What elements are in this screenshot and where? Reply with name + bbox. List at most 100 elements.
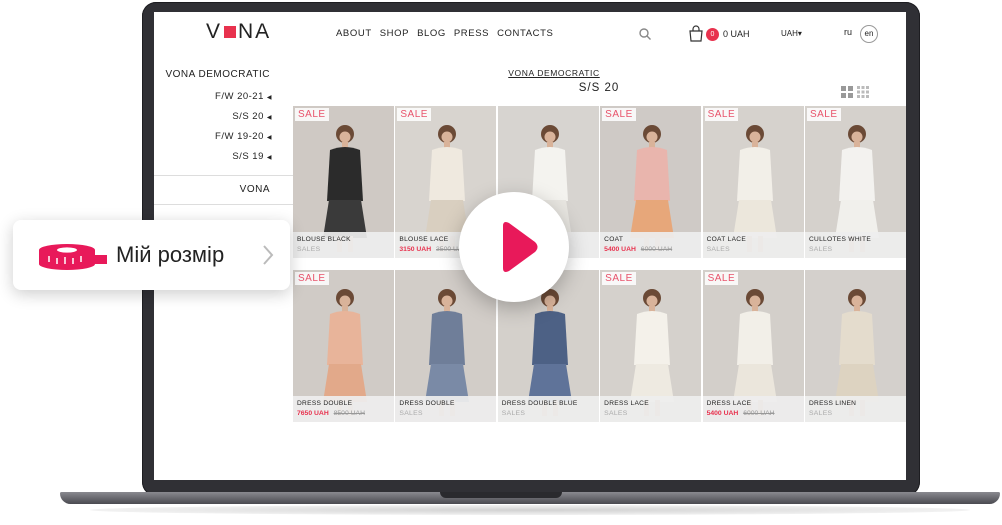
shopping-bag-icon[interactable] (687, 25, 705, 43)
product-price: SALES (297, 246, 320, 253)
breadcrumb[interactable]: VONA DEMOCRATIC (508, 68, 600, 78)
product-tag: SALES (399, 410, 423, 417)
sidebar-item-ss-20[interactable]: S/S 20 ◀ (154, 107, 306, 127)
product-name: DRESS DOUBLE BLUE (501, 400, 578, 407)
nav-shop[interactable]: SHOP (380, 28, 409, 39)
product-info: COAT 5400 UAH 6000 UAH (600, 232, 702, 258)
product-card[interactable]: SALE COAT LACE SALES (702, 106, 804, 258)
laptop-notch (440, 492, 562, 498)
product-info: DRESS DOUBLE 7650 UAH 8500 UAH (293, 396, 394, 422)
product-info: BLOUSE BLACK SALES (293, 232, 394, 258)
view-toggle (841, 86, 869, 98)
nav-about[interactable]: ABOUT (336, 28, 372, 39)
play-icon (503, 222, 538, 272)
sale-badge: SALE (295, 272, 329, 285)
cart-total[interactable]: 0 UAH (723, 29, 750, 39)
logo-square-icon (224, 26, 237, 38)
sidebar: VONA DEMOCRATIC F/W 20-21 ◀ S/S 20 ◀ F/W 1… (154, 67, 306, 205)
play-video-button[interactable] (459, 192, 569, 302)
my-size-label: Мій розмір (116, 242, 225, 267)
sale-badge: SALE (397, 108, 431, 121)
sidebar-title[interactable]: VONA DEMOCRATIC (154, 67, 306, 87)
sidebar-item-label: S/S 20 (232, 111, 264, 122)
logo-text-left: V (206, 20, 223, 43)
cart-count-badge: 0 (706, 28, 719, 41)
product-name: COAT (604, 236, 624, 243)
logo-text-right: NA (238, 20, 272, 43)
chevron-right-icon (263, 245, 274, 265)
lang-en[interactable]: en (860, 25, 878, 43)
sale-price: 3150 UAH (399, 246, 432, 253)
sale-price: 7650 UAH (297, 410, 329, 417)
nav-press[interactable]: PRESS (454, 28, 489, 39)
old-price: 6000 UAH (640, 246, 673, 253)
product-info: DRESS LACE 5400 UAH 6000 UAH (702, 396, 804, 422)
product-tag: SALES (501, 410, 526, 417)
grid-large-icon[interactable] (841, 86, 853, 98)
product-price: 7650 UAH 8500 UAH (297, 410, 365, 417)
product-tag: SALES (706, 246, 730, 253)
product-info: DRESS DOUBLE SALES (395, 396, 497, 422)
laptop-shadow (90, 505, 970, 515)
nav-contacts[interactable]: CONTACTS (497, 28, 553, 39)
product-card[interactable]: SALE DRESS LACE SALES (600, 270, 702, 422)
caret-left-icon: ◀ (266, 135, 272, 141)
product-name: DRESS LACE (604, 400, 649, 407)
sidebar-item-label: S/S 19 (232, 151, 264, 162)
product-card[interactable]: SALE CULLOTES WHITE SALES (804, 106, 906, 258)
product-price: 5400 UAH 6000 UAH (604, 246, 672, 253)
product-card[interactable]: SALE DRESS DOUBLE 7650 UAH 8500 UAH (293, 270, 394, 422)
caret-left-icon: ◀ (266, 115, 272, 121)
product-card[interactable]: SALE DRESS LACE 5400 UAH 6000 UAH (702, 270, 804, 422)
sidebar-divider (154, 204, 306, 205)
caret-left-icon: ◀ (266, 95, 272, 101)
product-name: BLOUSE BLACK (297, 236, 351, 243)
product-price: 5400 UAH 6000 UAH (707, 410, 775, 417)
product-price: SALES (502, 410, 525, 417)
product-tag: SALES (808, 246, 833, 253)
old-price: 8500 UAH (333, 410, 365, 417)
sale-badge: SALE (704, 272, 739, 285)
search-icon[interactable] (638, 27, 652, 41)
old-price: 6000 UAH (743, 410, 775, 417)
grid-small-icon[interactable] (857, 86, 869, 98)
product-info: DRESS LACE SALES (600, 396, 702, 422)
product-card[interactable]: SALE COAT 5400 UAH 6000 UAH (600, 106, 702, 258)
sale-badge: SALE (806, 108, 841, 121)
sale-badge: SALE (602, 272, 636, 285)
product-card[interactable]: SALE BLOUSE BLACK SALES (293, 106, 394, 258)
sidebar-item-fw-20-21[interactable]: F/W 20-21 ◀ (154, 87, 306, 107)
product-name: CULLOTES WHITE (808, 236, 872, 243)
product-price: SALES (707, 246, 730, 253)
sidebar-item-fw-19-20[interactable]: F/W 19-20 ◀ (154, 127, 306, 147)
lang-ru[interactable]: ru (844, 27, 852, 37)
product-name: DRESS LINEN (808, 400, 857, 407)
product-price: SALES (809, 246, 832, 253)
product-info: DRESS LINEN SALES (804, 396, 906, 422)
product-name: DRESS LACE (706, 400, 752, 407)
page-title: S/S 20 (578, 82, 620, 94)
product-name: BLOUSE LACE (399, 236, 449, 243)
sale-price: 5400 UAH (706, 410, 739, 417)
product-name: COAT LACE (706, 236, 747, 243)
sidebar-item-ss-19[interactable]: S/S 19 ◀ (154, 147, 306, 167)
currency-select[interactable]: UAH▾ (781, 29, 802, 38)
product-name: DRESS DOUBLE (399, 400, 455, 407)
product-tag: SALES (808, 410, 833, 417)
product-price: SALES (399, 410, 422, 417)
sidebar-item-label: F/W 19-20 (215, 131, 264, 142)
sale-badge: SALE (295, 108, 329, 121)
nav-blog[interactable]: BLOG (417, 28, 446, 39)
product-name: DRESS DOUBLE (297, 400, 353, 407)
vona-logo[interactable]: V NA (206, 20, 272, 43)
product-tag: SALES (297, 246, 321, 253)
sidebar-item-vona[interactable]: VONA (154, 176, 306, 204)
product-price: 3150 UAH 3500 UAH (399, 246, 467, 253)
product-card[interactable]: DRESS LINEN SALES (804, 270, 906, 422)
sale-price: 5400 UAH (604, 246, 636, 253)
my-size-card[interactable]: Мій розмір (13, 220, 290, 290)
product-price: SALES (604, 410, 627, 417)
product-info: DRESS DOUBLE BLUE SALES (497, 396, 599, 422)
product-grid: SALE BLOUSE BLACK SALES SALE BLOUSE LACE… (293, 106, 906, 422)
sidebar-item-label: F/W 20-21 (215, 91, 264, 102)
